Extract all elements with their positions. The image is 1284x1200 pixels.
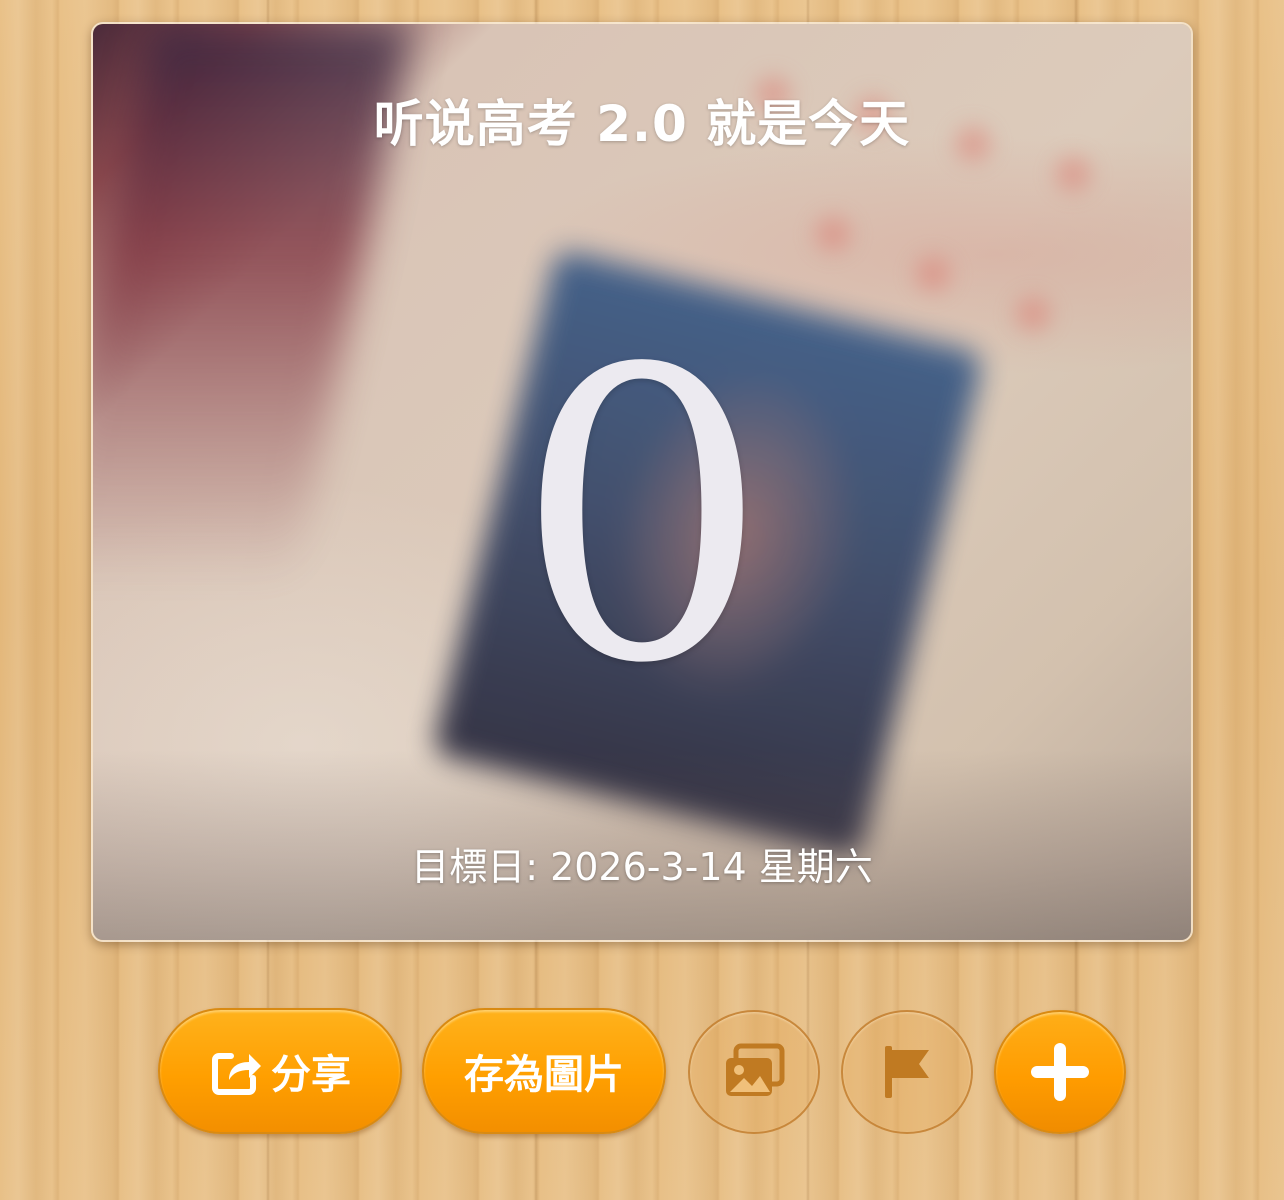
flag-icon [885, 1046, 929, 1098]
days-count: 0 [514, 286, 770, 751]
share-label: 分享 [271, 1052, 351, 1098]
share-button[interactable]: 分享 [158, 1008, 402, 1134]
photo-icon [726, 1043, 785, 1096]
flag-button[interactable] [841, 1010, 973, 1134]
plus-icon [1031, 1043, 1089, 1101]
share-icon [212, 1053, 261, 1095]
save-image-label: 存為圖片 [464, 1052, 624, 1098]
event-title: 听说高考 2.0 就是今天 [373, 95, 911, 153]
add-button[interactable] [994, 1010, 1126, 1134]
countdown-card[interactable]: 听说高考 2.0 就是今天 0 目標日: 2026-3-14 星期六 [91, 22, 1193, 942]
bottom-toolbar: 分享 存為圖片 [0, 1006, 1284, 1138]
save-image-button[interactable]: 存為圖片 [422, 1008, 666, 1134]
change-photo-button[interactable] [688, 1010, 820, 1134]
target-date: 目標日: 2026-3-14 星期六 [411, 845, 873, 889]
